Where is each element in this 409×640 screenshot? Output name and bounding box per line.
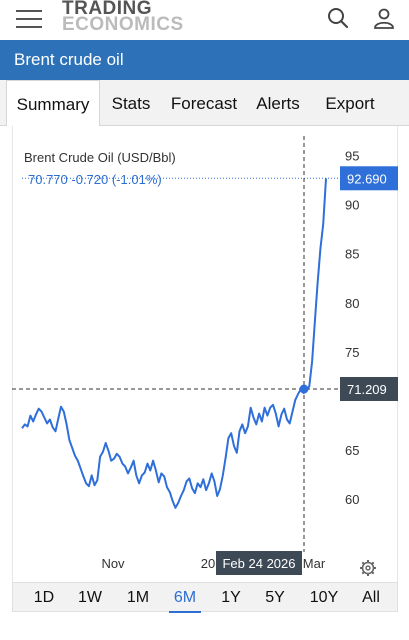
crosshair-point [299, 384, 309, 394]
x-tick-label: 20 [201, 556, 215, 571]
gear-icon[interactable] [360, 560, 376, 576]
range-1w[interactable]: 1W [73, 583, 107, 613]
range-10y[interactable]: 10Y [304, 583, 344, 613]
range-6m[interactable]: 6M [169, 583, 201, 613]
last-value-text: 92.690 [347, 171, 387, 186]
range-1y[interactable]: 1Y [216, 583, 246, 613]
y-tick-label: 65 [345, 443, 359, 458]
y-axis: 60 65 75 80 85 90 95 [345, 149, 359, 507]
x-tick-label: Mar [303, 556, 326, 571]
crosshair-date-text: Feb 24 2026 [222, 556, 295, 571]
y-tick-label: 60 [345, 492, 359, 507]
quote-change-pct: (-1.01%) [111, 172, 162, 187]
y-tick-label: 90 [345, 198, 359, 213]
y-tick-label: 80 [345, 296, 359, 311]
range-1m[interactable]: 1M [121, 583, 155, 613]
chart-legend-quote: 70.770 -0.720 (-1.01%) [28, 172, 162, 187]
range-5y[interactable]: 5Y [259, 583, 291, 613]
chart-legend-title: Brent Crude Oil (USD/Bbl) [24, 150, 176, 165]
range-1d[interactable]: 1D [27, 583, 61, 613]
range-all[interactable]: All [354, 583, 388, 613]
y-tick-label: 75 [345, 345, 359, 360]
series-line [21, 178, 327, 509]
range-selector: 1D 1W 1M 6M 1Y 5Y 10Y All [12, 582, 398, 613]
last-value-label: 92.690 [340, 166, 398, 191]
crosshair-value-text: 71.209 [347, 382, 387, 397]
quote-change: -0.720 [71, 172, 109, 187]
crosshair-value-label: 71.209 [340, 376, 398, 401]
y-tick-label: 95 [345, 149, 359, 164]
quote-price: 70.770 [28, 172, 68, 187]
y-tick-label: 85 [345, 247, 359, 262]
x-tick-label: Nov [101, 556, 125, 571]
price-chart[interactable]: 60657580859095 92.690 71.209 Nov 20 Mar … [0, 0, 409, 640]
crosshair-date-label: Feb 24 2026 [216, 551, 302, 575]
